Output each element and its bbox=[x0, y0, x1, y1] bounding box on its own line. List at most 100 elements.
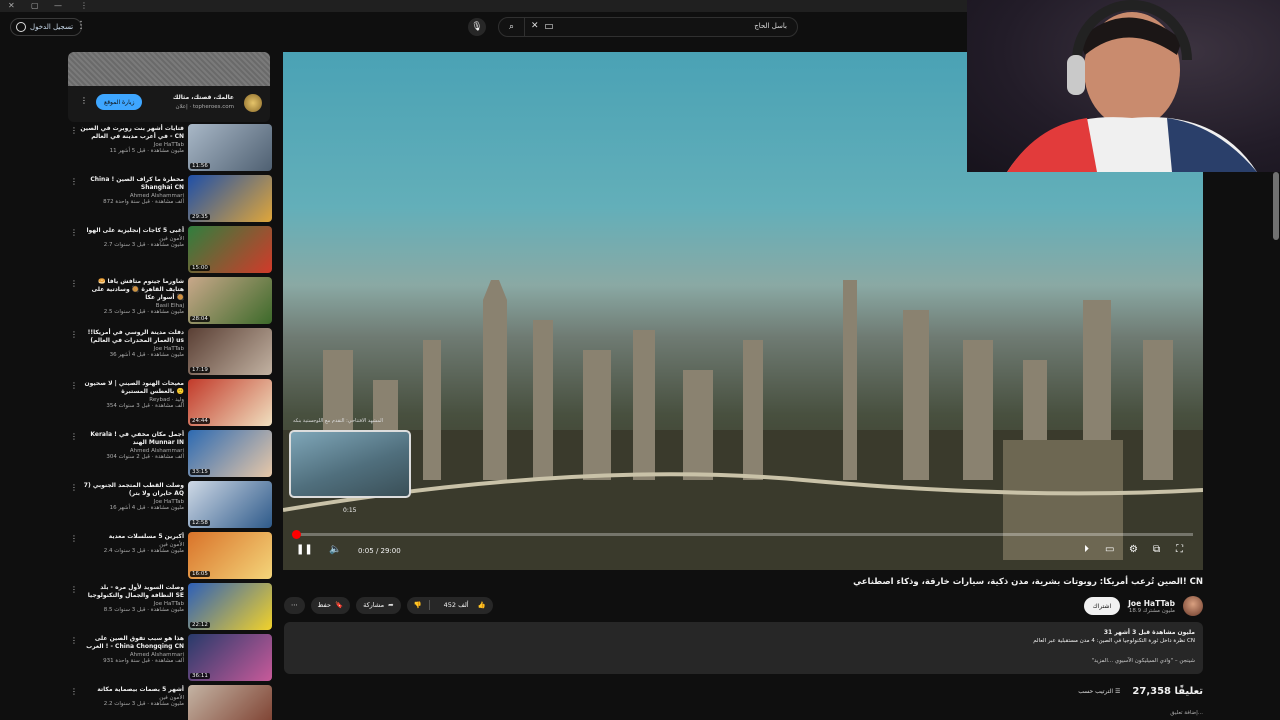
related-video-item[interactable]: ⋮ مغيحات الهنود الصيني | لا صحيون بالعطس … bbox=[68, 377, 272, 428]
search-icon[interactable]: ⌕ bbox=[499, 18, 525, 36]
ad-visit-button[interactable]: زيارة الموقع bbox=[96, 94, 143, 110]
add-comment-field[interactable]: إضافة تعليق... bbox=[1170, 710, 1203, 716]
related-video-thumbnail[interactable]: 11:56 bbox=[188, 124, 272, 171]
video-duration: 28:04 bbox=[190, 316, 210, 322]
fullscreen-icon[interactable]: ⛶ bbox=[1176, 544, 1183, 555]
restore-icon[interactable]: ▢ bbox=[31, 1, 39, 10]
more-icon[interactable]: ⋮ bbox=[70, 636, 78, 645]
related-video-thumbnail[interactable]: 22:12 bbox=[188, 583, 272, 630]
more-icon[interactable]: ⋮ bbox=[70, 585, 78, 594]
pause-icon[interactable]: ❚❚ bbox=[296, 544, 313, 555]
sign-in-button[interactable]: تسجيل الدخول bbox=[10, 18, 83, 36]
progress-bar[interactable] bbox=[291, 530, 1193, 539]
more-icon[interactable]: ⋮ bbox=[70, 483, 78, 492]
clear-search-icon[interactable]: ✕ bbox=[531, 21, 539, 31]
related-video-title[interactable]: وصلت القطب المتجمد الجنوبي (7 خايران ولا… bbox=[80, 482, 184, 498]
more-icon[interactable]: ⋮ bbox=[70, 687, 78, 696]
minimize-icon[interactable]: — bbox=[54, 1, 62, 10]
webcam-overlay bbox=[967, 0, 1280, 172]
like-button[interactable]: 452 ألف 👍 bbox=[430, 601, 493, 609]
related-video-title[interactable]: China ! مخطرة ما كراف الصين Shanghai CN bbox=[80, 176, 184, 192]
video-title: الصين تُرعب أمريكا: روبوتات بشرية، مدن ذ… bbox=[853, 577, 1203, 587]
related-video-item[interactable]: ⋮ وصلت السويد لأول مره - بلد النظافة والج… bbox=[68, 581, 272, 632]
video-duration: 12:58 bbox=[190, 520, 210, 526]
related-video-meta: وصلت السويد لأول مره - بلد النظافة والجم… bbox=[80, 584, 184, 613]
settings-icon[interactable]: ⚙ bbox=[1129, 544, 1138, 555]
sort-button[interactable]: الترتيب حسب ☰ bbox=[1078, 688, 1120, 695]
related-video-title[interactable]: وصلت السويد لأول مره - بلد النظافة والجم… bbox=[80, 584, 184, 600]
more-icon[interactable]: ⋮ bbox=[80, 96, 88, 105]
page-scrollbar[interactable] bbox=[1273, 172, 1279, 240]
related-video-item[interactable]: ⋮ أشهر 5 بصمات بيصماية مكاتة الأمون فين 2.2… bbox=[68, 683, 272, 720]
time-display: 0:05 / 29:00 bbox=[358, 547, 401, 555]
related-video-thumbnail[interactable]: 24:44 bbox=[188, 379, 272, 426]
related-video-title[interactable]: هذا هو سبب تفوق الصين على الغرب ! - Chin… bbox=[80, 635, 184, 651]
keyboard-icon[interactable] bbox=[545, 24, 553, 29]
search-input[interactable]: باسل الحاج bbox=[754, 22, 787, 30]
subscribe-button[interactable]: اشتراك bbox=[1083, 597, 1121, 615]
miniplayer-icon[interactable]: ⧉ bbox=[1153, 544, 1160, 555]
related-video-thumbnail[interactable]: 33:15 bbox=[188, 430, 272, 477]
related-video-title[interactable]: أشهر 5 بصمات بيصماية مكاتة bbox=[80, 686, 184, 694]
related-video-thumbnail[interactable]: 12:58 bbox=[188, 481, 272, 528]
related-video-title[interactable]: أغبى 5 كاجات إنجليزية على الهوا bbox=[80, 227, 184, 235]
share-button[interactable]: مشاركة ➦ bbox=[356, 596, 401, 614]
more-icon[interactable]: ⋮ bbox=[70, 279, 78, 288]
video-frame-city bbox=[283, 280, 1203, 570]
related-video-thumbnail[interactable]: 29:35 bbox=[188, 175, 272, 222]
settings-menu-icon[interactable]: ⋮ bbox=[76, 20, 86, 31]
related-video-title[interactable]: شاورما جيتوم متافش يافا 🥯 هتايف القاهرة … bbox=[80, 278, 184, 302]
channel-avatar[interactable] bbox=[1183, 596, 1203, 616]
more-actions-button[interactable]: ⋯ bbox=[284, 596, 305, 614]
related-video-item[interactable]: ⋮ فتايات أشهر بنت روبرت في الصين - في أعر… bbox=[68, 122, 272, 173]
related-video-item[interactable]: ⋮ شاورما جيتوم متافش يافا 🥯 هتايف القاهرة… bbox=[68, 275, 272, 326]
more-icon[interactable]: ⋮ bbox=[70, 534, 78, 543]
related-video-meta: هذا هو سبب تفوق الصين على الغرب ! - Chin… bbox=[80, 635, 184, 664]
related-video-item[interactable]: ⋮ أكبرين 5 مسلسلات معدية الأمون فين 2.4 ملي… bbox=[68, 530, 272, 581]
channel-name[interactable]: Joe HaTTab bbox=[1128, 599, 1175, 608]
more-icon[interactable]: ⋮ bbox=[70, 177, 78, 186]
more-icon[interactable]: ⋮ bbox=[70, 381, 78, 390]
volume-icon[interactable]: 🔈 bbox=[329, 544, 341, 555]
seek-preview-thumbnail bbox=[289, 430, 411, 498]
video-duration: 36:11 bbox=[190, 673, 210, 679]
related-video-thumbnail[interactable]: 17:19 bbox=[188, 328, 272, 375]
related-video-thumbnail[interactable]: 28:04 bbox=[188, 277, 272, 324]
related-video-title[interactable]: مغيحات الهنود الصيني | لا صحيون بالعطس ا… bbox=[80, 380, 184, 396]
save-button[interactable]: حفظ 🔖 bbox=[310, 596, 351, 614]
related-video-thumbnail[interactable]: 36:11 bbox=[188, 634, 272, 681]
related-video-item[interactable]: ⋮ هذا هو سبب تفوق الصين على الغرب ! - Chi… bbox=[68, 632, 272, 683]
progress-scrubber[interactable] bbox=[291, 530, 301, 539]
description-more[interactable]: "شينجن – "وادي السيليكون الآسيوي ...المز… bbox=[1092, 658, 1195, 664]
related-video-thumbnail[interactable] bbox=[188, 685, 272, 720]
related-video-title[interactable]: أكبرين 5 مسلسلات معدية bbox=[80, 533, 184, 541]
related-video-item[interactable]: ⋮ Kerala ! أجمل مكان مخفي في الهند Munnar… bbox=[68, 428, 272, 479]
related-video-item[interactable]: ⋮ وصلت القطب المتجمد الجنوبي (7 خايران ول… bbox=[68, 479, 272, 530]
ad-card[interactable]: زيارة الموقع ⋮ عالمك، قصتك، مثالك إعلان … bbox=[68, 52, 270, 122]
mic-icon[interactable]: 🎙 bbox=[468, 18, 486, 36]
menu-icon[interactable]: ⋮ bbox=[80, 1, 88, 10]
dislike-icon[interactable]: 👎 bbox=[407, 601, 429, 609]
related-video-title[interactable]: فتايات أشهر بنت روبرت في الصين - في أعرب… bbox=[80, 125, 184, 141]
related-video-thumbnail[interactable]: 16:05 bbox=[188, 532, 272, 579]
autoplay-icon[interactable]: ⏵ bbox=[1084, 544, 1089, 555]
related-video-item[interactable]: ⋮ China ! مخطرة ما كراف الصين Shanghai CN… bbox=[68, 173, 272, 224]
related-video-title[interactable]: Kerala ! أجمل مكان مخفي في الهند Munnar … bbox=[80, 431, 184, 447]
more-icon[interactable]: ⋮ bbox=[70, 228, 78, 237]
related-video-stats: 2.2 مليون مشاهدة · قبل 3 سنوات bbox=[103, 701, 184, 707]
like-dislike-group: 👎 452 ألف 👍 bbox=[406, 596, 493, 614]
close-icon[interactable]: ✕ bbox=[8, 1, 15, 10]
more-icon[interactable]: ⋮ bbox=[70, 330, 78, 339]
related-video-title[interactable]: دفلت مدينة الروسي في أمريكا!! (العمار ال… bbox=[80, 329, 184, 345]
related-video-item[interactable]: ⋮ أغبى 5 كاجات إنجليزية على الهوا الأمون ف… bbox=[68, 224, 272, 275]
search-bar[interactable]: ⌕ ✕ باسل الحاج bbox=[498, 17, 798, 37]
related-video-thumbnail[interactable]: 15:00 bbox=[188, 226, 272, 273]
ad-banner[interactable] bbox=[68, 52, 270, 86]
description-box[interactable]: 31 مليون مشاهدة قبل 3 أشهر نظرة داخل ثور… bbox=[284, 622, 1203, 674]
subtitles-icon[interactable]: ▭ bbox=[1105, 544, 1114, 555]
more-icon[interactable]: ⋮ bbox=[70, 126, 78, 135]
related-video-meta: Kerala ! أجمل مكان مخفي في الهند Munnar … bbox=[80, 431, 184, 460]
more-icon[interactable]: ⋮ bbox=[70, 432, 78, 441]
related-video-item[interactable]: ⋮ دفلت مدينة الروسي في أمريكا!! (العمار ا… bbox=[68, 326, 272, 377]
streamer-image bbox=[1007, 0, 1257, 172]
